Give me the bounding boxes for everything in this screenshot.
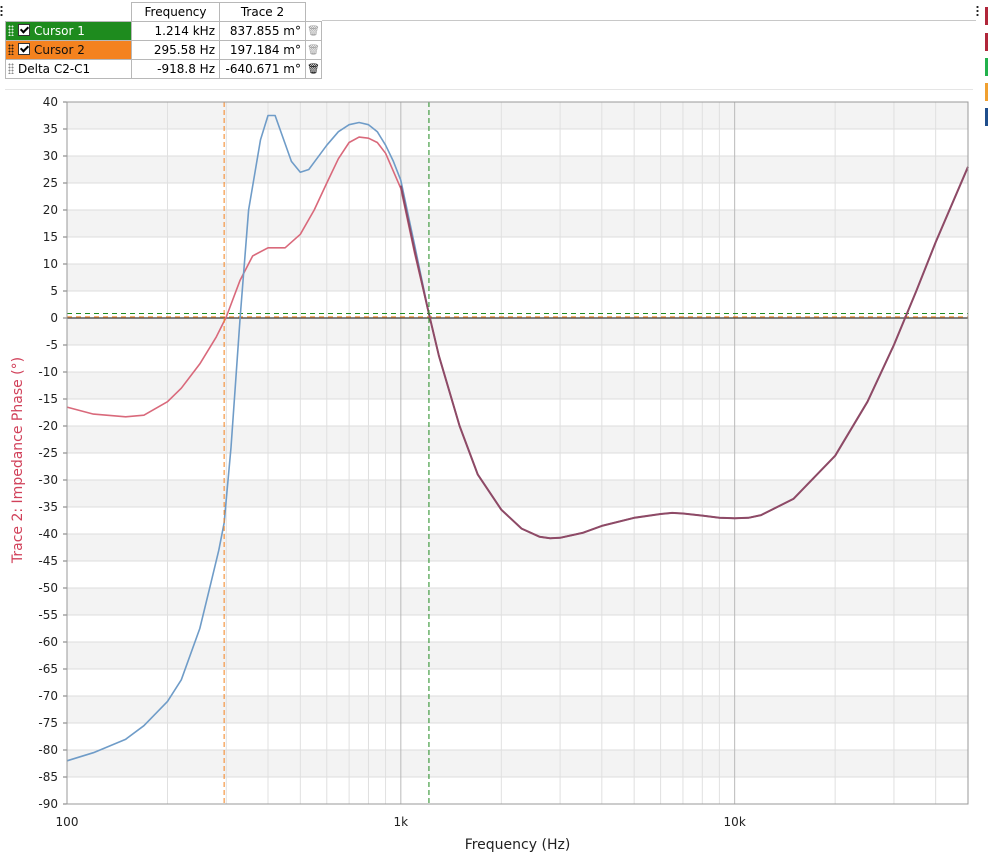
- y-tick-label: 25: [43, 176, 58, 190]
- y-tick-label: -20: [38, 419, 58, 433]
- y-tick-label: -55: [38, 608, 58, 622]
- grid-band: [67, 426, 968, 453]
- x-axis-label: Frequency (Hz): [465, 837, 571, 853]
- cursor-2-trace-value: 197.184 m°: [219, 40, 306, 60]
- header-blank: [5, 2, 132, 22]
- cursor-row-2[interactable]: Cursor 2 295.58 Hz 197.184 m° 🗑: [5, 40, 322, 60]
- y-tick-label: -40: [38, 527, 58, 541]
- y-tick-label: 40: [43, 95, 58, 109]
- x-tick-label: 100: [56, 815, 79, 829]
- y-tick-labels: 40 35 30 25 20 15 10 5 0 -5 -10 -15 -20 -25 -30 -35 -40 -…: [38, 95, 67, 811]
- cursor-2-checkbox[interactable]: [18, 43, 30, 55]
- cursor-1-trace-value: 837.855 m°: [219, 21, 306, 41]
- y-tick-label: -50: [38, 581, 58, 595]
- delta-frequency: -918.8 Hz: [131, 59, 220, 79]
- cursor-table-header: Frequency Trace 2: [5, 2, 322, 22]
- grid-band: [67, 642, 968, 669]
- y-tick-label: -15: [38, 392, 58, 406]
- grid-band: [67, 750, 968, 777]
- x-tick-labels: 100 1k 10k: [56, 815, 746, 829]
- delta-name-cell: Delta C2-C1: [5, 59, 132, 79]
- grip-icon[interactable]: [8, 44, 14, 55]
- y-tick-label: -85: [38, 770, 58, 784]
- grid-band: [67, 210, 968, 237]
- cursor-1-frequency: 1.214 kHz: [131, 21, 220, 41]
- y-tick-label: -80: [38, 743, 58, 757]
- y-tick-label: 0: [50, 311, 58, 325]
- y-axis-label: Trace 2: Impedance Phase (°): [10, 357, 26, 564]
- cursor-2-name-cell[interactable]: Cursor 2: [5, 40, 132, 60]
- y-tick-label: -90: [38, 797, 58, 811]
- cursor-row-1[interactable]: Cursor 1 1.214 kHz 837.855 m° 🗑: [5, 21, 322, 41]
- more-options-icon[interactable]: [976, 5, 979, 17]
- header-trace[interactable]: Trace 2: [219, 2, 306, 22]
- trash-icon[interactable]: 🗑: [305, 40, 322, 60]
- y-tick-label: -30: [38, 473, 58, 487]
- header-frequency[interactable]: Frequency: [131, 2, 220, 22]
- grid-band: [67, 156, 968, 183]
- y-tick-label: 30: [43, 149, 58, 163]
- x-tick-label: 10k: [724, 815, 746, 829]
- grid-band: [67, 372, 968, 399]
- y-tick-label: -65: [38, 662, 58, 676]
- header-blank-2: [305, 2, 322, 22]
- y-tick-label: -60: [38, 635, 58, 649]
- grid-band: [67, 102, 968, 129]
- cursor-table: Frequency Trace 2 Cursor 1 1.214 kHz 837…: [5, 2, 322, 79]
- grid-band: [67, 696, 968, 723]
- grid-band: [67, 588, 968, 615]
- cursor-1-checkbox[interactable]: [18, 24, 30, 36]
- y-tick-label: -75: [38, 716, 58, 730]
- cursor-1-label: Cursor 1: [34, 24, 85, 38]
- grid-band: [67, 480, 968, 507]
- cursor-1-name-cell[interactable]: Cursor 1: [5, 21, 132, 41]
- cursor-row-delta[interactable]: Delta C2-C1 -918.8 Hz -640.671 m° 🗑: [5, 59, 322, 79]
- y-tick-label: -45: [38, 554, 58, 568]
- y-tick-label: 20: [43, 203, 58, 217]
- cursor-2-label: Cursor 2: [34, 43, 85, 57]
- phase-chart[interactable]: 40 35 30 25 20 15 10 5 0 -5 -10 -15 -20 -25 -30 -35 -40 -…: [0, 90, 976, 868]
- y-tick-label: -5: [46, 338, 58, 352]
- y-tick-label: -25: [38, 446, 58, 460]
- x-tick-label: 1k: [394, 815, 409, 829]
- toolbar-divider: [322, 0, 976, 21]
- grid-band: [67, 264, 968, 291]
- y-tick-label: 10: [43, 257, 58, 271]
- y-tick-label: -70: [38, 689, 58, 703]
- grip-icon[interactable]: [8, 63, 14, 74]
- drag-handle-icon[interactable]: [0, 5, 3, 17]
- trash-icon[interactable]: 🗑: [305, 21, 322, 41]
- grid-band: [67, 534, 968, 561]
- y-tick-label: 35: [43, 122, 58, 136]
- cursor-2-frequency: 295.58 Hz: [131, 40, 220, 60]
- delta-label: Delta C2-C1: [18, 62, 91, 76]
- delta-trace-value: -640.671 m°: [219, 59, 306, 79]
- y-tick-label: 15: [43, 230, 58, 244]
- trash-icon[interactable]: 🗑: [305, 59, 322, 79]
- y-tick-label: -10: [38, 365, 58, 379]
- y-tick-label: -35: [38, 500, 58, 514]
- grip-icon[interactable]: [8, 25, 14, 36]
- y-tick-label: 5: [50, 284, 58, 298]
- grid-band: [67, 318, 968, 345]
